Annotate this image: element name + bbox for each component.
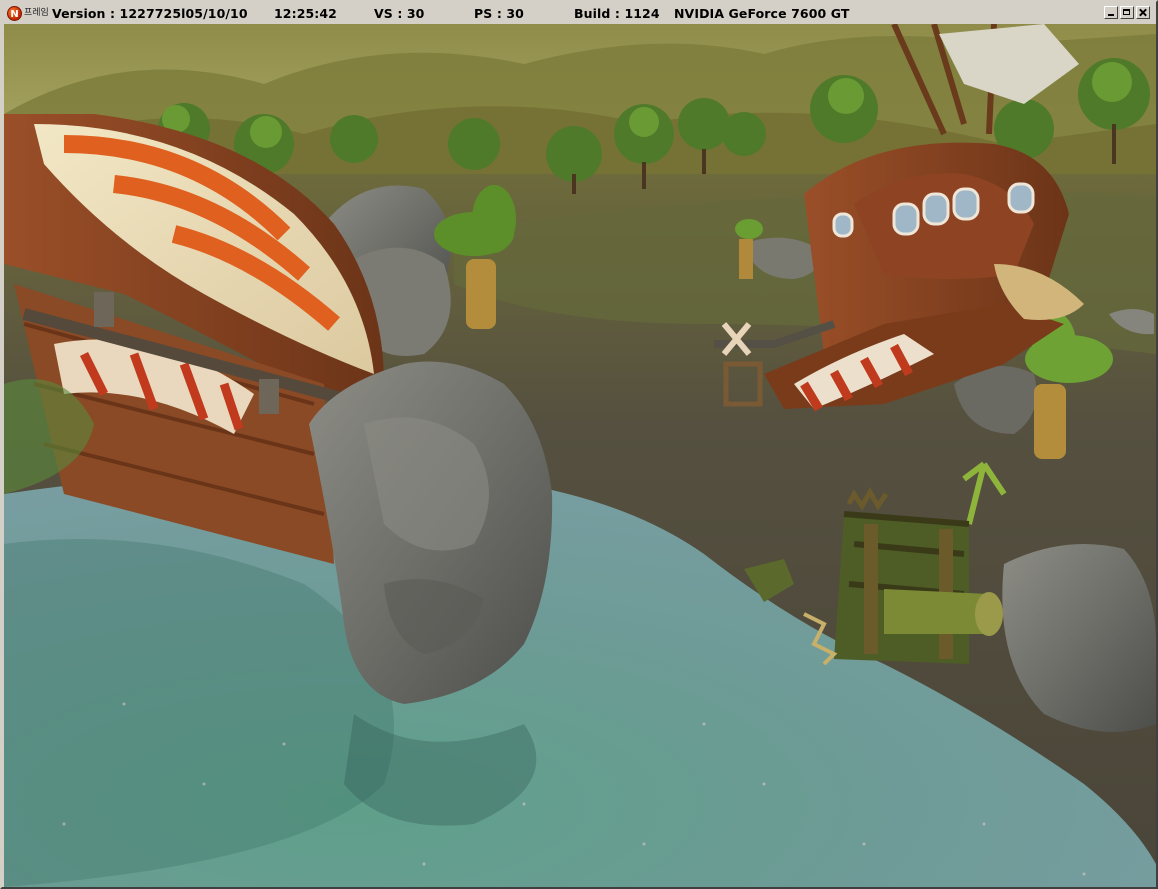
gpu-label: NVIDIA GeForce 7600 GT [674,6,850,21]
clock-label: 12:25:42 [274,6,337,21]
app-name: 프레임 [24,8,49,18]
app-logo-icon[interactable]: N [7,6,22,21]
close-button[interactable] [1136,6,1150,19]
pixel-shader-label: PS : 30 [474,6,524,21]
minimize-button[interactable] [1104,6,1118,19]
game-viewport[interactable] [4,24,1156,887]
title-bar[interactable]: N 프레임 Version : 1227725l05/10/10 12:25:4… [4,4,1154,23]
maximize-button[interactable] [1120,6,1134,19]
build-label: Build : 1124 [574,6,660,21]
game-window: N 프레임 Version : 1227725l05/10/10 12:25:4… [0,0,1158,889]
window-controls [1104,6,1150,21]
version-label: Version : 1227725l05/10/10 [52,6,248,21]
scene-render [4,24,1156,887]
vertex-shader-label: VS : 30 [374,6,425,21]
